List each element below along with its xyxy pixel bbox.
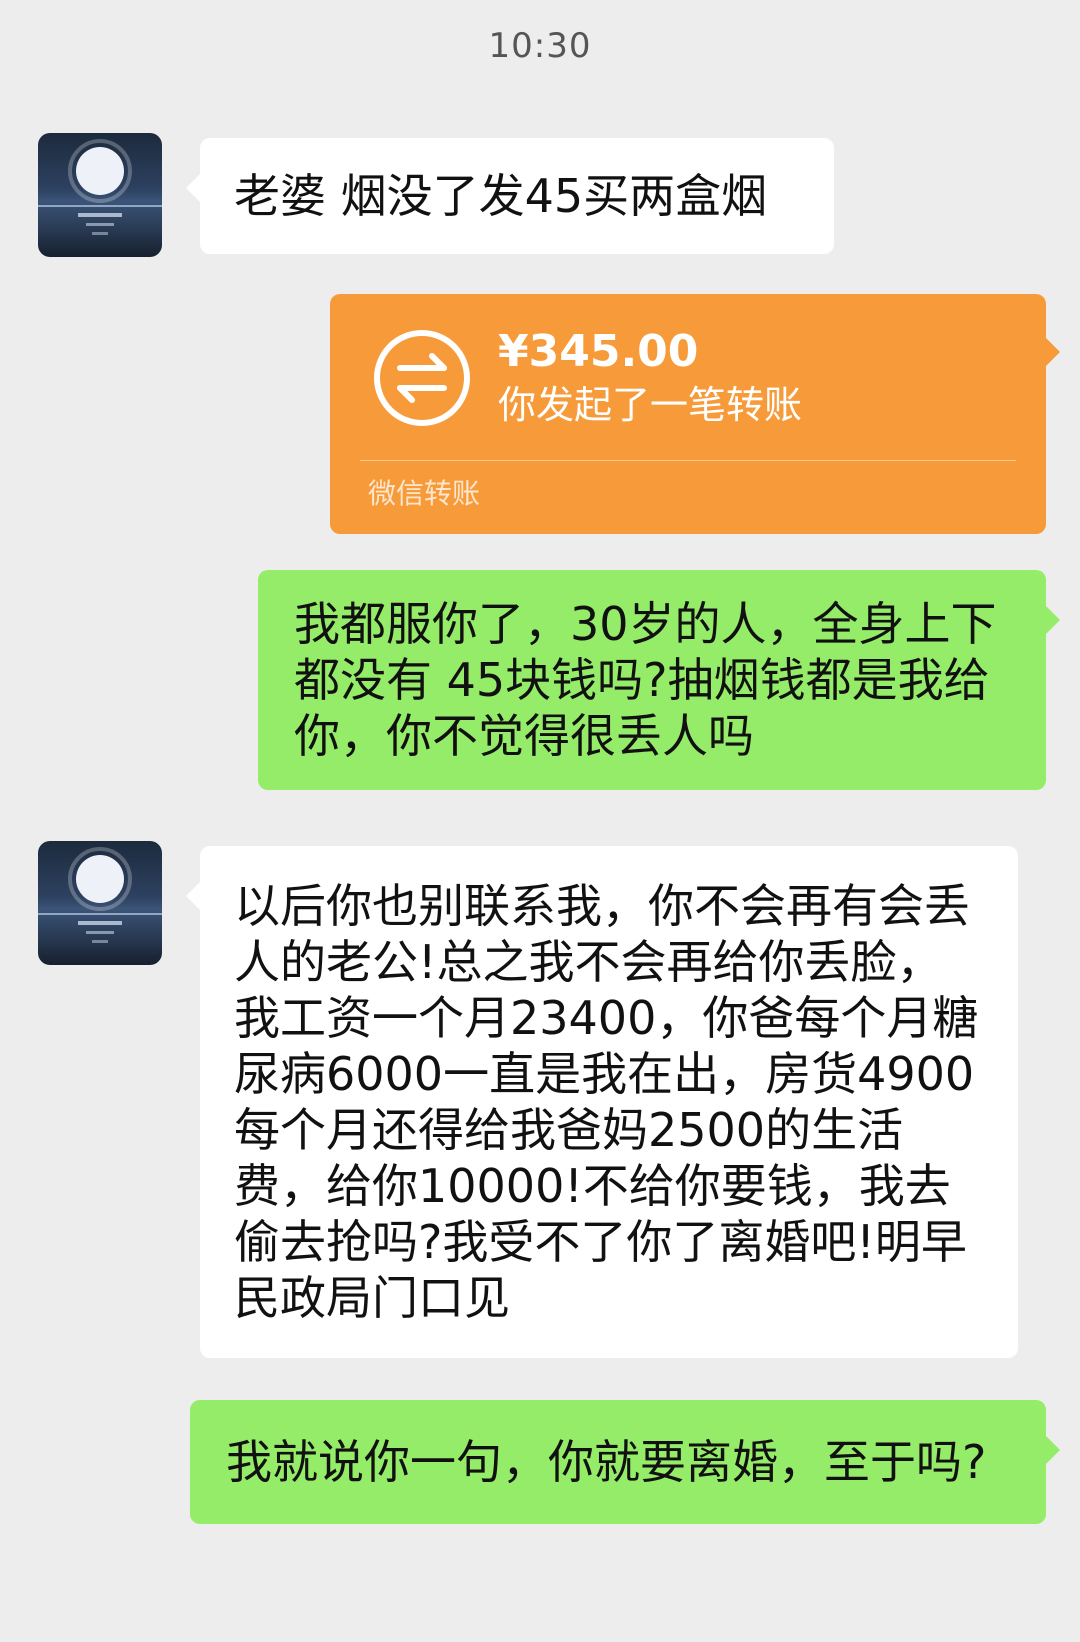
transfer-description: 你发起了一笔转账 [498,383,803,427]
message-bubble-sent[interactable]: 我就说你一句，你就要离婚，至于吗? [190,1400,1060,1524]
moon-over-sea-avatar-icon [38,847,162,943]
transfer-footer-label: 微信转账 [368,477,481,510]
contact-avatar[interactable] [38,841,162,965]
message-bubble-sent[interactable]: 我都服你了，30岁的人，全身上下都没有 45块钱吗?抽烟钱都是我给你，你不觉得很… [258,570,1060,790]
divider [360,460,1016,461]
transfer-amount: ¥345.00 [498,326,699,377]
transfer-arrows-icon [374,330,470,426]
message-bubble-received[interactable]: 以后你也别联系我，你不会再有会丢人的老公!总之我不会再给你丢脸，我工资一个月23… [186,846,1018,1358]
message-bubble-received[interactable]: 老婆 烟没了发45买两盒烟 [186,138,834,254]
contact-avatar[interactable] [38,133,162,257]
message-text: 老婆 烟没了发45买两盒烟 [234,169,768,223]
moon-over-sea-avatar-icon [38,139,162,235]
message-text: 我都服你了，30岁的人，全身上下都没有 45块钱吗?抽烟钱都是我给你，你不觉得很… [294,597,997,763]
message-text: 我就说你一句，你就要离婚，至于吗? [226,1435,987,1489]
message-text: 以后你也别联系我，你不会再有会丢人的老公!总之我不会再给你丢脸，我工资一个月23… [234,879,979,1325]
transfer-card[interactable]: ¥345.00 你发起了一笔转账 微信转账 [330,294,1060,534]
chat-timestamp: 10:30 [488,26,592,66]
